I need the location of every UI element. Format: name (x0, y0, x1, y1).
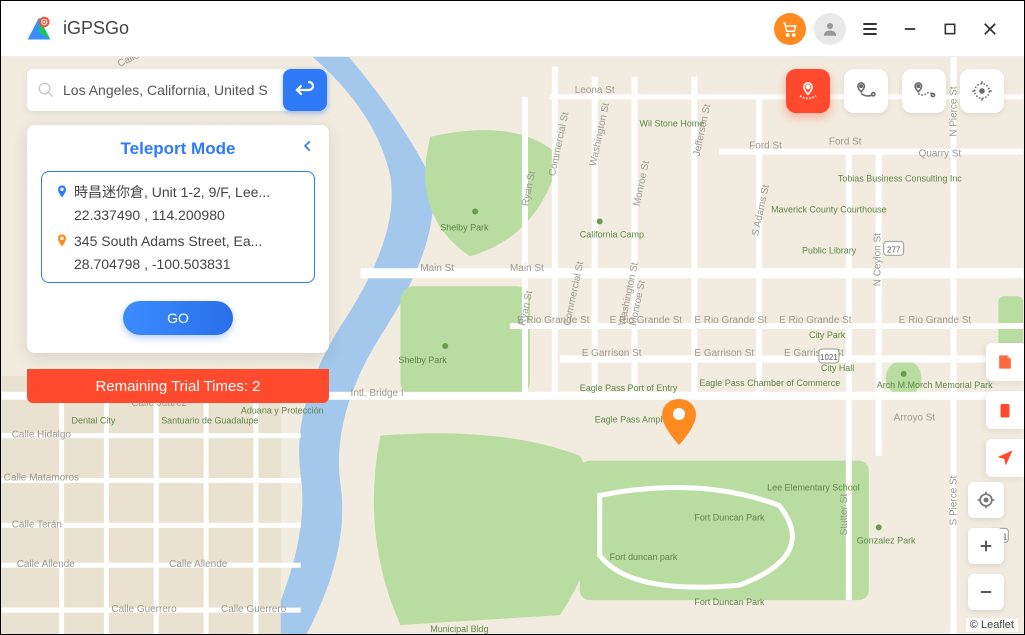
navigate-button[interactable] (986, 439, 1024, 477)
svg-text:Calle Allende: Calle Allende (17, 559, 76, 570)
map-attribution: © Leaflet (966, 618, 1018, 632)
svg-text:City Hall: City Hall (821, 363, 854, 373)
svg-text:S Pierce St: S Pierce St (948, 475, 959, 525)
svg-text:Arroyo St: Arroyo St (894, 413, 936, 424)
delete-button[interactable] (986, 391, 1024, 429)
svg-text:Fort Duncan Park: Fort Duncan Park (694, 512, 765, 522)
user-button[interactable] (814, 13, 846, 45)
svg-text:Eagle Pass Port of Entry: Eagle Pass Port of Entry (580, 383, 678, 393)
map-pin-icon[interactable] (661, 399, 697, 450)
svg-text:1021: 1021 (820, 353, 838, 362)
svg-text:E Garrison St: E Garrison St (582, 348, 642, 359)
svg-text:277: 277 (887, 245, 901, 254)
svg-text:Calle Terán: Calle Terán (12, 519, 62, 530)
svg-text:Gonzalez Park: Gonzalez Park (857, 535, 916, 545)
app-title: iGPSGo (63, 18, 129, 39)
close-button[interactable] (974, 13, 1006, 45)
svg-text:E Rio Grande St: E Rio Grande St (694, 315, 767, 326)
location-card: 時昌迷你倉, Unit 1-2, 9/F, Lee... 22.337490 ,… (41, 171, 315, 283)
pin-end-icon (54, 233, 74, 254)
tool-rail (986, 343, 1024, 487)
zoom-in-button[interactable] (968, 528, 1004, 564)
panel-title: Teleport Mode (41, 139, 315, 159)
search-icon (37, 81, 55, 99)
multi-spot-mode-button[interactable] (902, 69, 946, 113)
svg-text:Public Library: Public Library (802, 245, 857, 255)
svg-text:Lee Elementary School: Lee Elementary School (767, 482, 860, 492)
svg-text:Stutter St: Stutter St (839, 494, 850, 536)
cart-button[interactable] (774, 13, 806, 45)
loc1-address: 時昌迷你倉, Unit 1-2, 9/F, Lee... (74, 182, 270, 203)
svg-text:Aduana y Protección: Aduana y Protección (241, 406, 324, 416)
mode-row (786, 69, 1004, 113)
svg-text:City Park: City Park (809, 330, 846, 340)
loc2-address: 345 South Adams Street, Ea... (74, 231, 262, 252)
svg-text:Calle Matamoros: Calle Matamoros (4, 473, 79, 484)
svg-text:Quarry St: Quarry St (919, 149, 962, 160)
app-logo-icon (25, 15, 53, 43)
search-input[interactable] (63, 82, 317, 98)
loc1-coords: 22.337490 , 114.200980 (74, 207, 302, 223)
svg-text:Ford St: Ford St (749, 141, 782, 152)
locate-me-button[interactable] (968, 482, 1004, 518)
svg-text:E Rio Grande St: E Rio Grande St (899, 315, 972, 326)
svg-text:Santuario de Guadalupe: Santuario de Guadalupe (161, 416, 258, 426)
search-go-button[interactable] (283, 69, 327, 111)
svg-text:Calle Guerrero: Calle Guerrero (111, 604, 177, 615)
svg-text:Ford St: Ford St (829, 137, 862, 148)
loc2-coords: 28.704798 , -100.503831 (74, 256, 302, 272)
trial-banner: Remaining Trial Times: 2 (27, 369, 329, 403)
svg-text:Calle Guerrero: Calle Guerrero (221, 604, 287, 615)
teleport-panel: Teleport Mode 時昌迷你倉, Unit 1-2, 9/F, Lee.… (27, 125, 329, 353)
menu-button[interactable] (854, 13, 886, 45)
svg-text:Fort Duncan Park: Fort Duncan Park (694, 597, 765, 607)
svg-text:E Rio Grande St: E Rio Grande St (779, 315, 852, 326)
svg-text:Main St: Main St (420, 263, 454, 274)
minimize-button[interactable] (894, 13, 926, 45)
svg-text:Shelby Park: Shelby Park (440, 222, 489, 232)
two-spot-mode-button[interactable] (844, 69, 888, 113)
joystick-mode-button[interactable] (960, 69, 1004, 113)
svg-text:Calle Allende: Calle Allende (169, 559, 228, 570)
svg-text:Municipal Bldg: Municipal Bldg (430, 624, 488, 634)
svg-text:E Garrison St: E Garrison St (694, 348, 754, 359)
svg-text:Maverick County Courthouse: Maverick County Courthouse (771, 204, 886, 214)
svg-text:Arch M.Morch Memorial Park: Arch M.Morch Memorial Park (877, 380, 993, 390)
svg-text:Wil Stone Home: Wil Stone Home (640, 119, 705, 129)
svg-text:Main St: Main St (510, 263, 544, 274)
arrow-return-icon (293, 78, 317, 102)
svg-text:Shelby Park: Shelby Park (398, 355, 447, 365)
search-box (27, 69, 327, 111)
svg-text:N Ceylon St: N Ceylon St (873, 233, 884, 286)
svg-text:Dental City: Dental City (72, 416, 116, 426)
panel-back-button[interactable] (297, 135, 319, 162)
svg-text:Eagle Pass Chamber of Commerce: Eagle Pass Chamber of Commerce (699, 378, 840, 388)
map-area[interactable]: Main St Main St E Garrison St E Garrison… (1, 57, 1024, 634)
zoom-out-button[interactable] (968, 574, 1004, 610)
maximize-button[interactable] (934, 13, 966, 45)
svg-text:Fort duncan park: Fort duncan park (610, 552, 678, 562)
teleport-mode-button[interactable] (786, 69, 830, 113)
svg-text:Calle Hidalgo: Calle Hidalgo (12, 430, 72, 441)
zoom-controls (968, 482, 1004, 610)
history-button[interactable] (986, 343, 1024, 381)
svg-text:California Camp: California Camp (580, 229, 644, 239)
svg-text:Intl. Bridge I: Intl. Bridge I (351, 388, 404, 399)
go-button[interactable]: GO (123, 301, 233, 335)
svg-text:Tobias Business Consulting Inc: Tobias Business Consulting Inc (838, 174, 962, 184)
pin-start-icon (54, 184, 74, 205)
titlebar: iGPSGo (1, 1, 1024, 57)
svg-text:Leona St: Leona St (575, 85, 615, 96)
